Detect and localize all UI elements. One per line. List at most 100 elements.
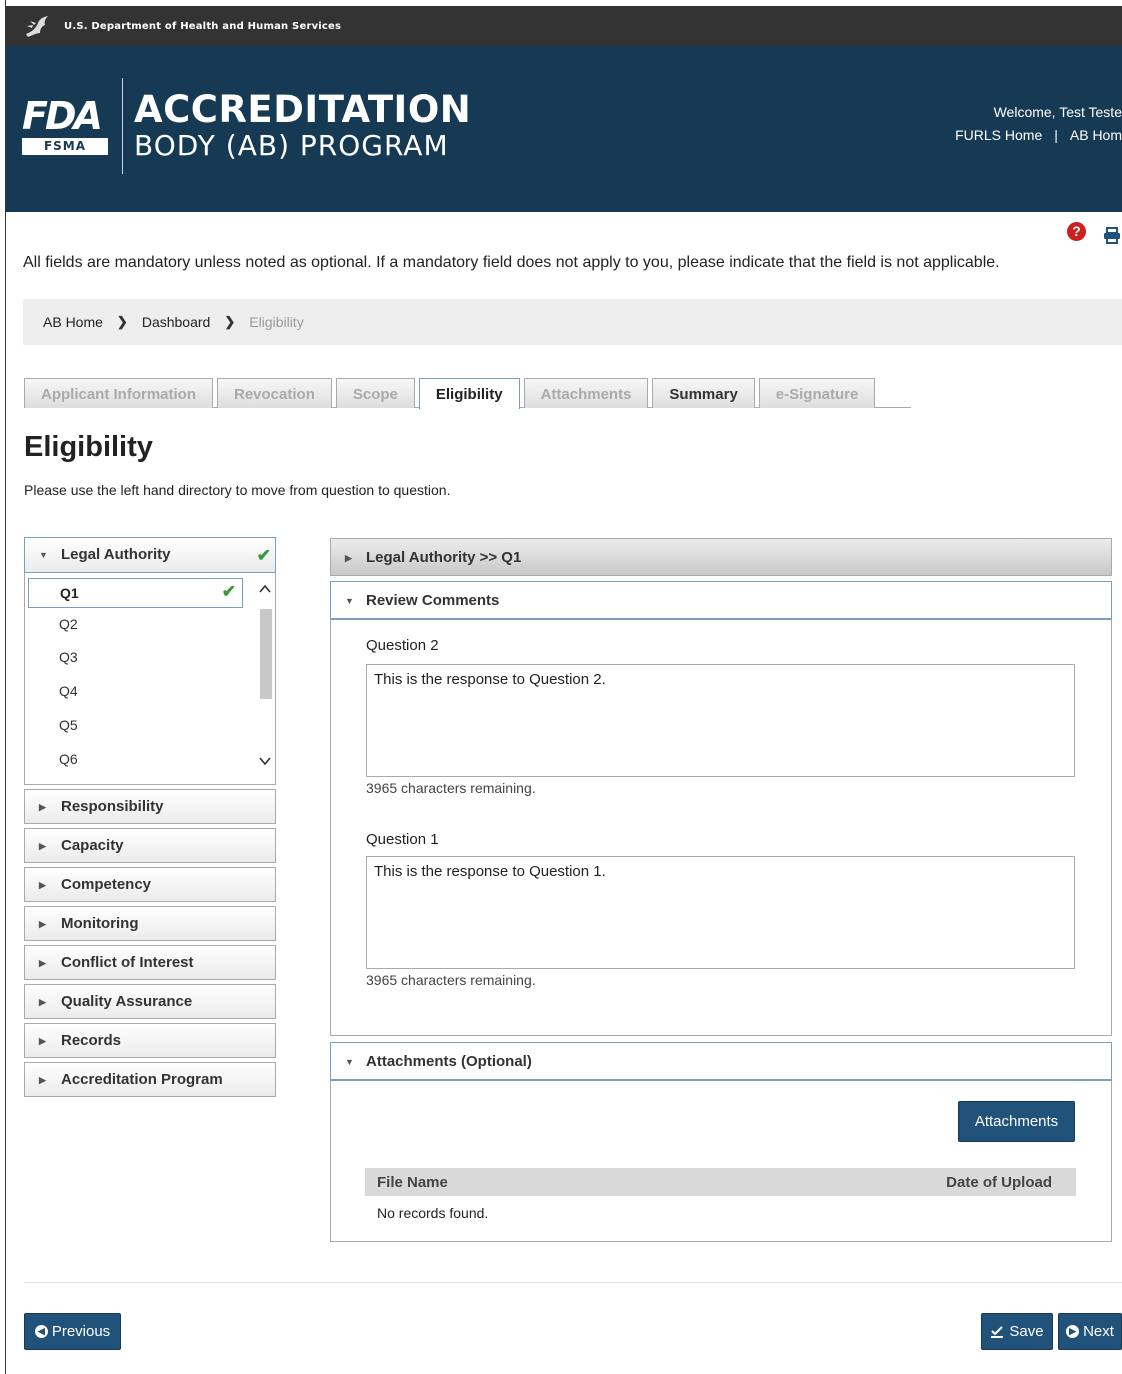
- check-icon: ✔: [256, 546, 271, 565]
- question-item-q4[interactable]: Q4: [28, 676, 243, 706]
- furls-home-link[interactable]: FURLS Home: [955, 127, 1042, 143]
- question-label: Q1: [60, 585, 79, 601]
- page-title: Eligibility: [24, 431, 153, 463]
- tab-summary[interactable]: Summary: [652, 378, 755, 408]
- save-check-icon: [991, 1325, 1004, 1338]
- breadcrumb-dashboard[interactable]: Dashboard: [142, 314, 211, 330]
- caret-right-icon: ▶: [39, 958, 46, 968]
- caret-right-icon: ▶: [39, 880, 46, 890]
- save-button[interactable]: Save: [981, 1313, 1053, 1350]
- file-table: File Name Date of Upload No records foun…: [365, 1168, 1076, 1230]
- tab-scope: Scope: [335, 378, 415, 408]
- panel-title: Legal Authority >> Q1: [366, 549, 522, 566]
- attachments-button[interactable]: Attachments: [958, 1101, 1075, 1142]
- tab-eligibility[interactable]: Eligibility: [418, 378, 520, 409]
- directory-section-quality-assurance[interactable]: ▶ Quality Assurance: [24, 984, 276, 1019]
- question-1-response-field[interactable]: This is the response to Question 1.: [366, 856, 1075, 969]
- directory-section-conflict-of-interest[interactable]: ▶ Conflict of Interest: [24, 945, 276, 980]
- question-item-q3[interactable]: Q3: [28, 642, 243, 672]
- directory-section-accreditation-program[interactable]: ▶ Accreditation Program: [24, 1062, 276, 1097]
- directory-section-label: Legal Authority: [61, 546, 171, 563]
- caret-right-icon: ▶: [345, 553, 352, 563]
- question-item-q6[interactable]: Q6: [28, 744, 243, 774]
- arrow-right-circle-icon: ▶: [1066, 1325, 1080, 1338]
- review-comments-panel: Question 2 This is the response to Quest…: [330, 619, 1112, 1036]
- directory-section-label: Responsibility: [61, 798, 164, 815]
- directory-section-label: Conflict of Interest: [61, 954, 194, 971]
- tab-attachments: Attachments: [523, 378, 649, 408]
- caret-down-icon: ▼: [345, 1057, 354, 1067]
- question-list: Q1 ✔ Q2 Q3 Q4 Q5 Q6: [24, 572, 276, 785]
- directory-section-competency[interactable]: ▶ Competency: [24, 867, 276, 902]
- caret-right-icon: ▶: [39, 1036, 46, 1046]
- banner-divider: [122, 78, 123, 174]
- question-item-q1[interactable]: Q1 ✔: [28, 578, 243, 608]
- ab-home-link[interactable]: AB Hom: [1070, 127, 1122, 143]
- column-header-date-of-upload[interactable]: Date of Upload: [946, 1174, 1052, 1191]
- previous-button[interactable]: ◀ Previous: [24, 1313, 121, 1350]
- question-2-characters-remaining: 3965 characters remaining.: [366, 780, 536, 796]
- directory-section-label: Quality Assurance: [61, 993, 193, 1010]
- chevron-up-icon[interactable]: [257, 581, 273, 597]
- attachments-panel-header[interactable]: ▼ Attachments (Optional): [330, 1042, 1112, 1080]
- directory-section-responsibility[interactable]: ▶ Responsibility: [24, 789, 276, 824]
- directory-section-legal-authority[interactable]: ▼ Legal Authority ✔: [24, 537, 276, 572]
- arrow-left-circle-icon: ◀: [34, 1325, 48, 1338]
- hhs-eagle-icon: [26, 16, 48, 37]
- directory-section-label: Accreditation Program: [61, 1071, 223, 1088]
- question-2-response-field[interactable]: This is the response to Question 2.: [366, 664, 1075, 777]
- file-table-header: File Name Date of Upload: [365, 1168, 1076, 1196]
- breadcrumb-ab-home[interactable]: AB Home: [43, 314, 103, 330]
- breadcrumb: AB Home ❯ Dashboard ❯ Eligibility: [23, 299, 1122, 345]
- directory-section-label: Competency: [61, 876, 152, 893]
- question-circle-icon[interactable]: ?: [1067, 222, 1086, 241]
- question-list-scrollbar[interactable]: [257, 577, 273, 777]
- caret-down-icon: ▼: [345, 596, 354, 606]
- breadcrumb-eligibility: Eligibility: [249, 314, 304, 330]
- question-directory: ▼ Legal Authority ✔ Q1 ✔ Q2 Q3 Q4 Q5 Q6 …: [24, 537, 276, 1101]
- directory-section-label: Monitoring: [61, 915, 139, 932]
- caret-right-icon: ▶: [39, 841, 46, 851]
- question-2-label: Question 2: [366, 637, 439, 654]
- next-button-label: Next: [1083, 1323, 1114, 1340]
- question-1-label: Question 1: [366, 831, 439, 848]
- directory-section-label: Capacity: [61, 837, 124, 854]
- directory-section-records[interactable]: ▶ Records: [24, 1023, 276, 1058]
- next-button[interactable]: ▶ Next: [1058, 1313, 1122, 1350]
- breadcrumb-chevron-icon: ❯: [224, 314, 236, 329]
- chevron-down-icon[interactable]: [257, 753, 273, 769]
- tab-applicant-information: Applicant Information: [24, 378, 213, 408]
- program-title-line1: ACCREDITATION: [134, 88, 472, 131]
- hhs-title: U.S. Department of Health and Human Serv…: [64, 20, 342, 32]
- print-icon[interactable]: [1103, 226, 1121, 244]
- panel-title: Attachments (Optional): [366, 1053, 532, 1070]
- caret-down-icon: ▼: [39, 550, 48, 560]
- question-item-q2[interactable]: Q2: [28, 609, 243, 639]
- scrollbar-thumb[interactable]: [260, 609, 272, 699]
- attachments-panel: Attachments File Name Date of Upload No …: [330, 1080, 1112, 1242]
- fsma-logo-text: FSMA: [22, 138, 108, 155]
- footer-divider: [24, 1282, 1122, 1283]
- link-separator: |: [1054, 127, 1058, 143]
- user-area: Welcome, Test Teste FURLS Home | AB Hom: [955, 104, 1122, 143]
- question-item-q5[interactable]: Q5: [28, 710, 243, 740]
- directory-section-monitoring[interactable]: ▶ Monitoring: [24, 906, 276, 941]
- legal-authority-q1-panel-header[interactable]: ▶ Legal Authority >> Q1: [330, 538, 1112, 576]
- directory-section-capacity[interactable]: ▶ Capacity: [24, 828, 276, 863]
- program-title: ACCREDITATION BODY (AB) PROGRAM: [134, 90, 471, 162]
- directory-section-label: Records: [61, 1032, 122, 1049]
- caret-right-icon: ▶: [39, 1075, 46, 1085]
- review-comments-panel-header[interactable]: ▼ Review Comments: [330, 581, 1112, 619]
- panel-title: Review Comments: [366, 592, 500, 609]
- question-1-characters-remaining: 3965 characters remaining.: [366, 972, 536, 988]
- check-icon: ✔: [221, 582, 236, 601]
- tab-revocation: Revocation: [217, 378, 332, 408]
- tab-e-signature: e-Signature: [758, 378, 876, 408]
- file-table-empty-message: No records found.: [377, 1205, 489, 1221]
- column-header-file-name[interactable]: File Name: [377, 1174, 448, 1191]
- save-button-label: Save: [1009, 1323, 1044, 1340]
- breadcrumb-chevron-icon: ❯: [116, 314, 128, 329]
- program-title-line2: BODY (AB) PROGRAM: [134, 129, 449, 162]
- fda-logo-text: FDA: [22, 94, 103, 138]
- step-tabs: Applicant Information Revocation Scope E…: [24, 378, 876, 409]
